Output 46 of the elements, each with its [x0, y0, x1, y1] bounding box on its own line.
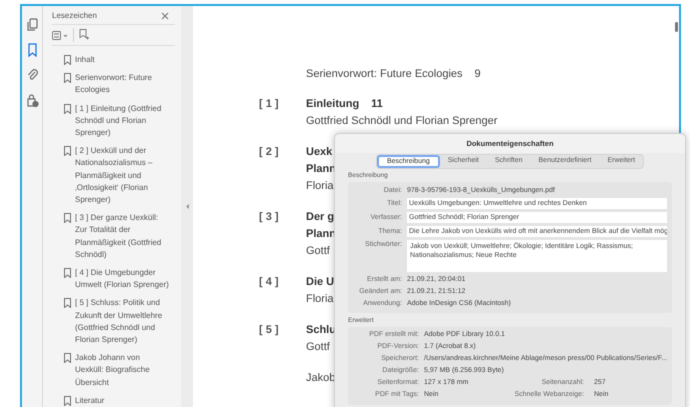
scrollbar-thumb[interactable] — [675, 22, 678, 32]
paperclip-icon[interactable] — [26, 68, 38, 82]
bookmark-item[interactable]: Inhalt — [75, 54, 170, 66]
bookmark-item[interactable]: Literatur — [75, 394, 170, 407]
chapter-title: Einleitung — [306, 97, 360, 112]
page-number: 11 — [371, 97, 383, 112]
chapter-title: Die U — [306, 275, 334, 290]
bookmark-icon — [64, 268, 71, 278]
chapter-author: Gottf — [306, 340, 331, 355]
chapter-number: [ 2 ] — [258, 145, 280, 160]
toc-entry: Serienvorwort: Future Ecologies — [306, 67, 463, 82]
bookmark-item[interactable]: Serienvorwort: Future Ecologies — [75, 72, 170, 97]
chapter-author: Gottfried Schnödl und Florian Sprenger — [306, 114, 498, 129]
bookmark-icon — [64, 298, 71, 308]
pages-icon[interactable] — [26, 18, 38, 32]
toc-entry: Jakob — [306, 371, 336, 386]
chapter-number: [ 3 ] — [258, 210, 280, 225]
chapter-title: Der g — [306, 210, 334, 225]
chapter-title: Uexk — [306, 145, 332, 160]
bookmark-item[interactable]: [ 1 ] Einleitung (Gottfried Schnödl und Florian Sprenger) — [75, 102, 170, 140]
bookmark-icon — [64, 396, 71, 406]
chapter-number: [ 4 ] — [258, 275, 280, 290]
bookmark-item[interactable]: [ 2 ] Uexküll und der Nationalsozialismus – Planmäßigkeit und ‚Ortlosigkeit‘ (Florian Sprenger) — [75, 145, 170, 206]
bookmark-icon — [64, 353, 71, 364]
add-bookmark-icon[interactable] — [79, 29, 89, 42]
bookmark-item[interactable]: [ 5 ] Schluss: Politik und Zukunft der Umweltlehre (Gottfried Schnödl und Florian Sprenger) — [75, 297, 170, 346]
chapter-author: Floria — [306, 179, 335, 194]
bookmark-item[interactable]: Jakob Johann von Uexküll: Biografische Übersicht — [75, 352, 170, 389]
locked-document-icon[interactable] — [26, 93, 38, 107]
bookmark-icon — [64, 104, 71, 114]
collapse-arrow-icon[interactable] — [186, 204, 188, 209]
chapter-author: Gottf — [306, 244, 331, 259]
options-icon[interactable] — [52, 30, 68, 40]
bookmark-icon — [64, 73, 71, 84]
bookmark-icon — [64, 146, 71, 156]
page-number: 9 — [474, 67, 481, 82]
close-icon[interactable] — [161, 12, 169, 20]
bookmark-icon — [64, 54, 71, 65]
bookmark-item[interactable]: [ 3 ] Der ganze Uexküll: Zur Totalität der Planmäßigkeit (Gottfried Schnödl) — [75, 212, 170, 261]
bookmark-item[interactable]: [ 4 ] Die Umgebungder Umwelt (Florian Sprenger) — [75, 266, 170, 292]
chapter-number: [ 5 ] — [258, 323, 280, 338]
bookmark-icon — [64, 213, 71, 224]
panel-title: Lesezeichen — [52, 10, 97, 22]
chapter-author: Floria — [306, 292, 334, 307]
chapter-number: [ 1 ] — [258, 97, 280, 112]
bookmark-icon[interactable] — [26, 43, 38, 57]
